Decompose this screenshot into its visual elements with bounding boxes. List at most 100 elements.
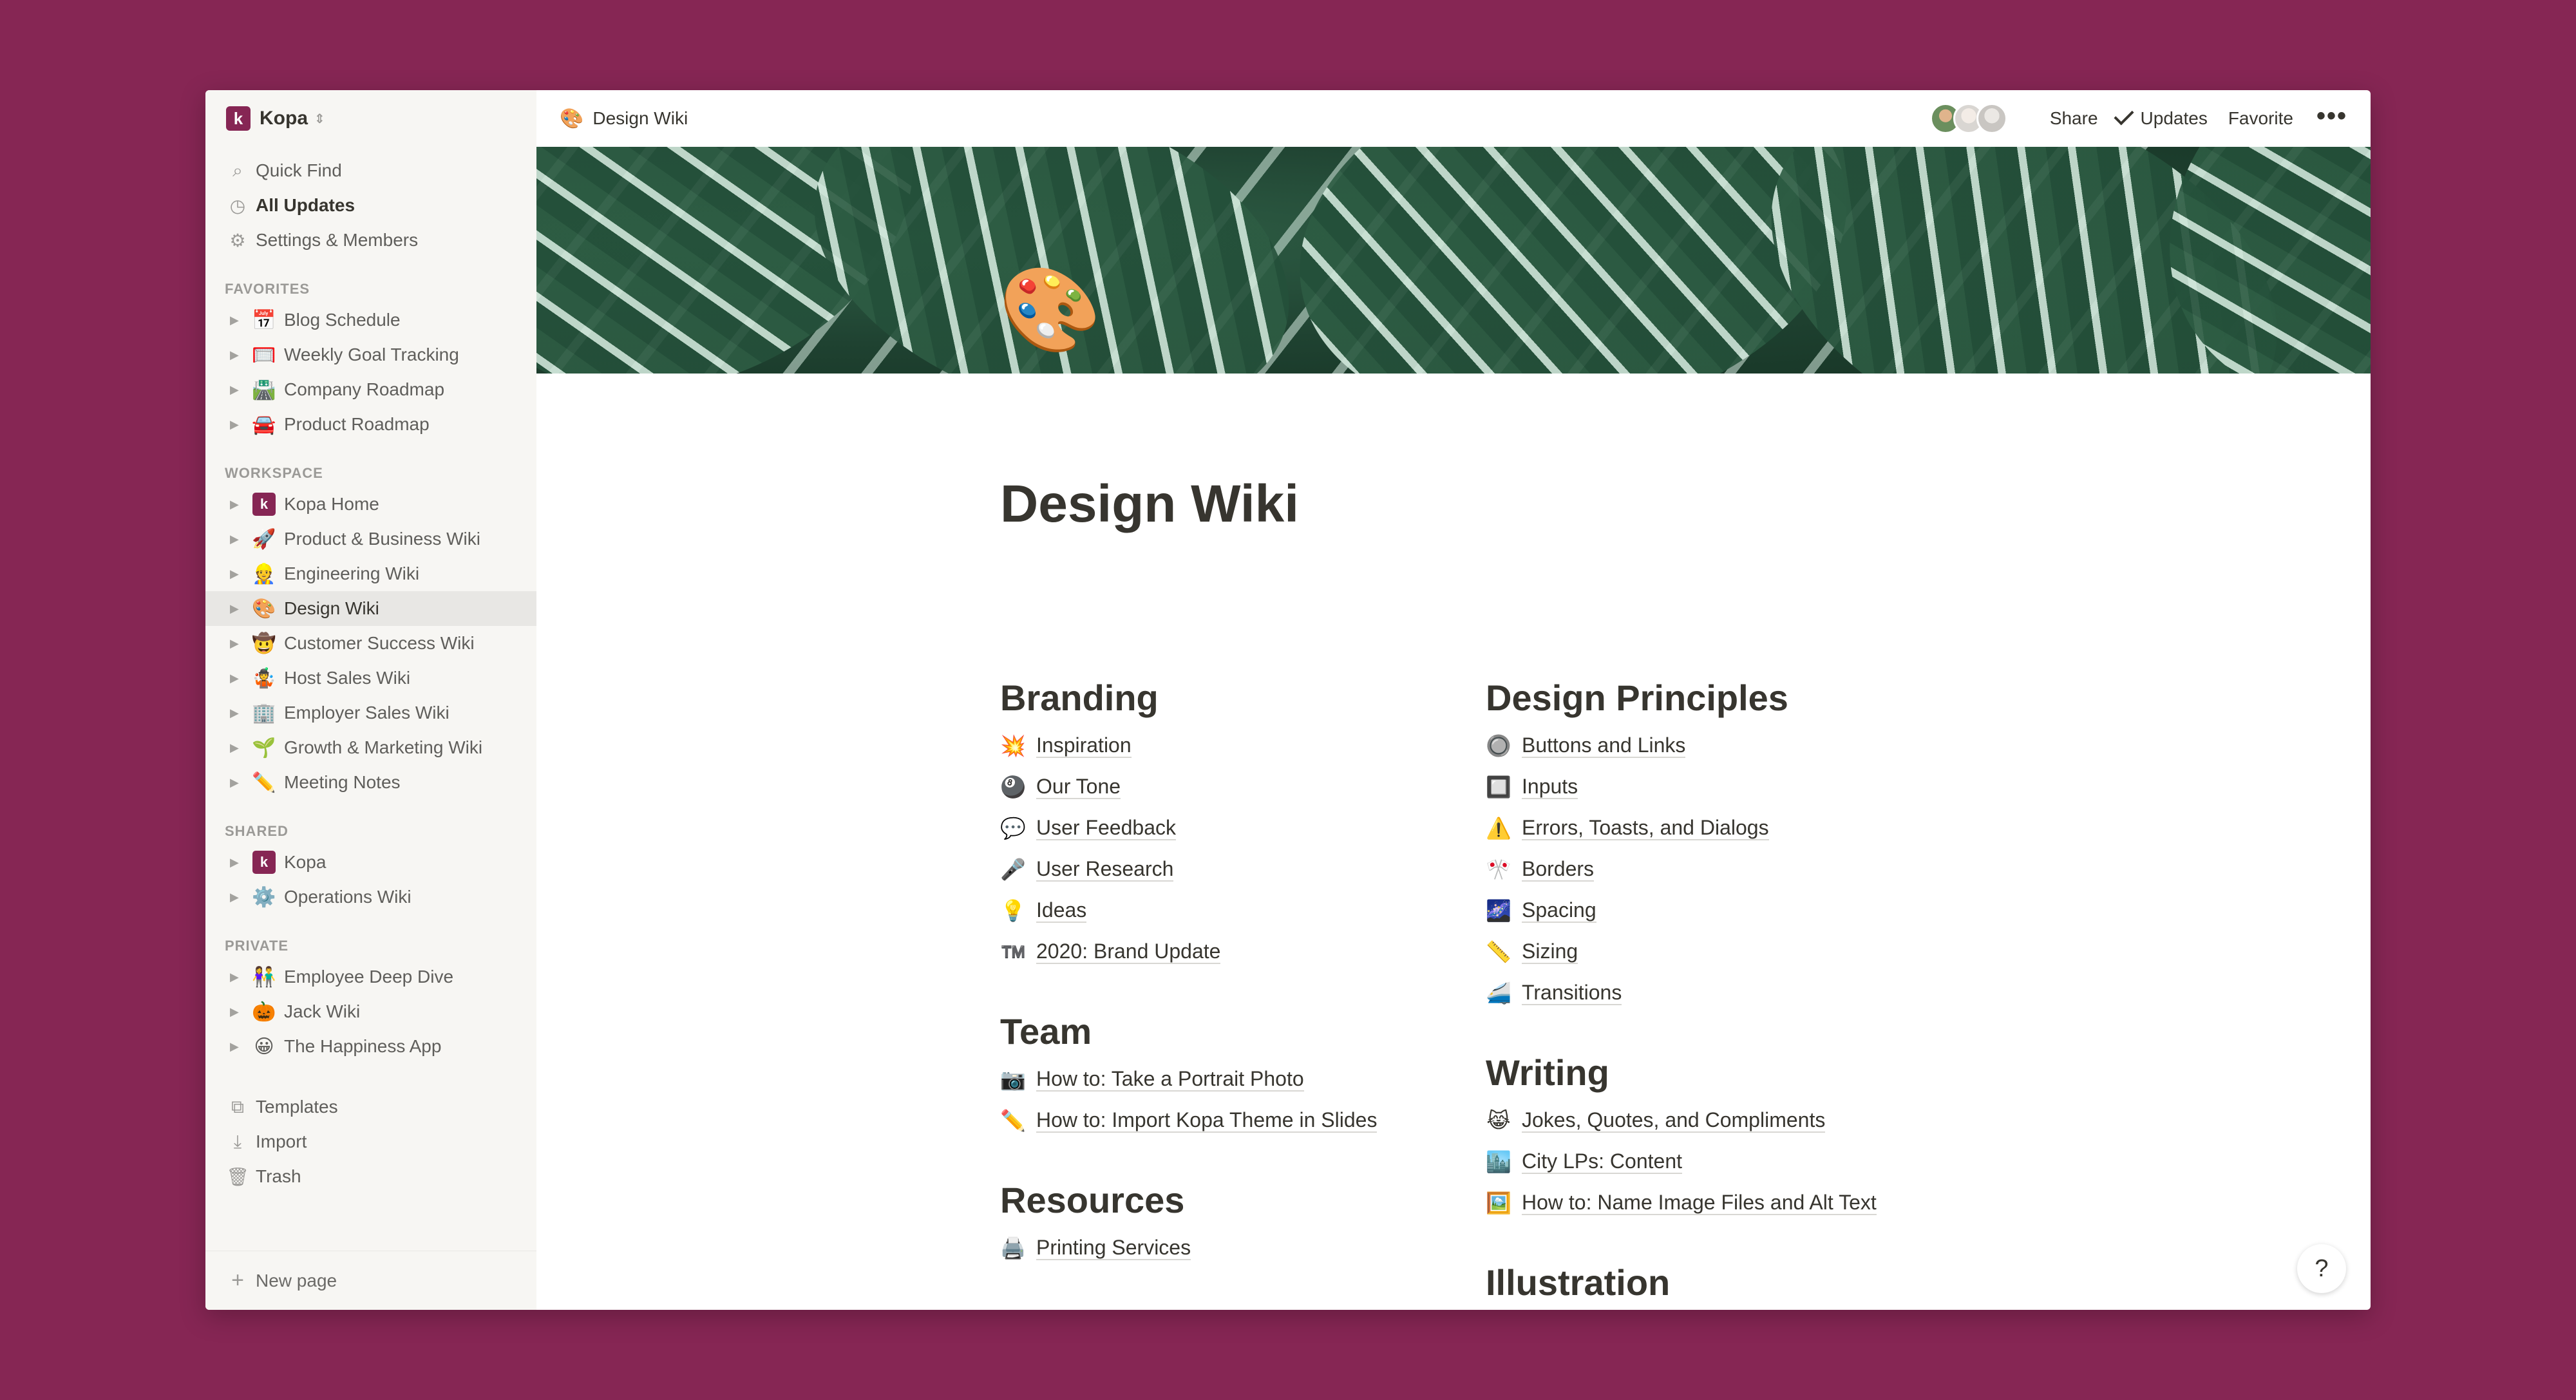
updates-button[interactable]: Updates: [2113, 105, 2208, 129]
link-label: Sizing: [1522, 940, 1578, 965]
page-link-how-to-name-image-files-and-alt-text[interactable]: 🖼️ How to: Name Image Files and Alt Text: [1486, 1182, 1949, 1224]
sidebar-page-the-happiness-app[interactable]: ▶ 😀 The Happiness App: [205, 1029, 536, 1064]
sidebar-item-settings-members[interactable]: ⚙ Settings & Members: [205, 223, 536, 258]
page-link-2020-brand-update[interactable]: ™️ 2020: Brand Update: [1000, 931, 1464, 972]
expand-toggle-icon[interactable]: ▶: [230, 776, 251, 790]
sidebar-page-blog-schedule[interactable]: ▶ 📅 Blog Schedule: [205, 303, 536, 337]
chevron-updown-icon: ⇕: [314, 111, 325, 126]
page-link-inspiration[interactable]: 💥 Inspiration: [1000, 725, 1464, 766]
expand-toggle-icon[interactable]: ▶: [230, 891, 251, 904]
sidebar-page-employee-deep-dive[interactable]: ▶ 👫 Employee Deep Dive: [205, 960, 536, 994]
new-page-label: New page: [256, 1270, 337, 1291]
page-emoji-icon: 🤹: [252, 667, 276, 689]
page-link-user-feedback[interactable]: 💬 User Feedback: [1000, 808, 1464, 849]
sidebar-page-employer-sales-wiki[interactable]: ▶ 🏢 Employer Sales Wiki: [205, 695, 536, 730]
import-icon: ⤓: [233, 1131, 242, 1151]
kopa-logo-icon: k: [252, 493, 276, 516]
page-link-printing-services[interactable]: 🖨️ Printing Services: [1000, 1227, 1464, 1269]
link-label: Spacing: [1522, 898, 1596, 923]
expand-toggle-icon[interactable]: ▶: [230, 1040, 251, 1054]
sidebar-item-import[interactable]: ⤓ Import: [205, 1124, 536, 1159]
more-options-icon[interactable]: •••: [2316, 103, 2347, 129]
link-label: How to: Take a Portrait Photo: [1036, 1067, 1304, 1092]
sidebar-item-trash[interactable]: 🗑 Trash: [205, 1159, 536, 1194]
page-emoji-icon: 🛣️: [252, 379, 276, 401]
help-button[interactable]: ?: [2297, 1244, 2346, 1293]
link-emoji-icon: 💡: [1000, 899, 1026, 922]
page-title[interactable]: Design Wiki: [1000, 474, 1299, 534]
sidebar-page-label: Blog Schedule: [284, 310, 401, 330]
page-link-ideas[interactable]: 💡 Ideas: [1000, 890, 1464, 931]
share-button[interactable]: Share: [2050, 108, 2098, 129]
workspace-switcher[interactable]: k Kopa ⇕: [205, 90, 536, 147]
link-label: Transitions: [1522, 981, 1622, 1006]
avatar[interactable]: [1976, 103, 2007, 134]
link-emoji-icon: 💬: [1000, 817, 1026, 840]
page-link-jokes-quotes-and-compliments[interactable]: 😹 Jokes, Quotes, and Compliments: [1486, 1100, 1949, 1141]
expand-toggle-icon[interactable]: ▶: [230, 741, 251, 755]
page-emoji-icon: 🎨: [252, 598, 276, 620]
sidebar-page-company-roadmap[interactable]: ▶ 🛣️ Company Roadmap: [205, 372, 536, 407]
sidebar-page-customer-success-wiki[interactable]: ▶ 🤠 Customer Success Wiki: [205, 626, 536, 661]
page-link-transitions[interactable]: 🚄 Transitions: [1486, 972, 1949, 1014]
sidebar-page-product-business-wiki[interactable]: ▶ 🚀 Product & Business Wiki: [205, 522, 536, 556]
expand-toggle-icon[interactable]: ▶: [230, 856, 251, 869]
sidebar-page-kopa-home[interactable]: ▶ k Kopa Home: [205, 487, 536, 522]
sidebar-page-operations-wiki[interactable]: ▶ ⚙️ Operations Wiki: [205, 880, 536, 914]
sidebar-item-all-updates[interactable]: ◷ All Updates: [205, 188, 536, 223]
page-link-borders[interactable]: 🎌 Borders: [1486, 849, 1949, 890]
page-link-how-to-import-kopa-theme-in-slides[interactable]: ✏️ How to: Import Kopa Theme in Slides: [1000, 1100, 1464, 1141]
page-emoji-icon: 🚘: [252, 413, 276, 435]
sidebar-page-meeting-notes[interactable]: ▶ ✏️ Meeting Notes: [205, 765, 536, 800]
expand-toggle-icon[interactable]: ▶: [230, 348, 251, 362]
expand-toggle-icon[interactable]: ▶: [230, 314, 251, 327]
breadcrumb[interactable]: 🎨 Design Wiki: [560, 108, 688, 130]
page-icon-palette[interactable]: 🎨: [999, 269, 1101, 352]
expand-toggle-icon[interactable]: ▶: [230, 418, 251, 431]
sidebar-page-growth-marketing-wiki[interactable]: ▶ 🌱 Growth & Marketing Wiki: [205, 730, 536, 765]
page-link-inputs[interactable]: 🔲 Inputs: [1486, 766, 1949, 808]
link-emoji-icon: 📏: [1486, 940, 1511, 963]
link-label: Errors, Toasts, and Dialogs: [1522, 816, 1769, 841]
favorite-button[interactable]: Favorite: [2228, 108, 2293, 129]
page-emoji-icon: 🚀: [252, 528, 276, 550]
sidebar-page-product-roadmap[interactable]: ▶ 🚘 Product Roadmap: [205, 407, 536, 442]
link-emoji-icon: 🔘: [1486, 734, 1511, 757]
collaborator-avatars[interactable]: [1929, 103, 2007, 134]
expand-toggle-icon[interactable]: ▶: [230, 533, 251, 546]
expand-toggle-icon[interactable]: ▶: [230, 637, 251, 650]
link-emoji-icon: 🔲: [1486, 775, 1511, 799]
link-label: Ideas: [1036, 898, 1087, 923]
sidebar-page-weekly-goal-tracking[interactable]: ▶ 🥅 Weekly Goal Tracking: [205, 337, 536, 372]
link-label: Printing Services: [1036, 1236, 1191, 1261]
sidebar-page-host-sales-wiki[interactable]: ▶ 🤹 Host Sales Wiki: [205, 661, 536, 695]
expand-toggle-icon[interactable]: ▶: [230, 383, 251, 397]
expand-toggle-icon[interactable]: ▶: [230, 602, 251, 616]
link-label: Buttons and Links: [1522, 733, 1686, 759]
sidebar-page-kopa[interactable]: ▶ k Kopa: [205, 845, 536, 880]
expand-toggle-icon[interactable]: ▶: [230, 706, 251, 720]
sidebar-item-quick-find[interactable]: ⌕ Quick Find: [205, 153, 536, 188]
sidebar-page-design-wiki[interactable]: ▶ 🎨 Design Wiki: [205, 591, 536, 626]
new-page-button[interactable]: + New page: [205, 1251, 536, 1310]
expand-toggle-icon[interactable]: ▶: [230, 970, 251, 984]
expand-toggle-icon[interactable]: ▶: [230, 567, 251, 581]
page-emoji-icon: 📅: [252, 309, 276, 331]
expand-toggle-icon[interactable]: ▶: [230, 672, 251, 685]
page-link-user-research[interactable]: 🎤 User Research: [1000, 849, 1464, 890]
page-link-buttons-and-links[interactable]: 🔘 Buttons and Links: [1486, 725, 1949, 766]
page-link-sizing[interactable]: 📏 Sizing: [1486, 931, 1949, 972]
page-link-city-lps-content[interactable]: 🏙️ City LPs: Content: [1486, 1141, 1949, 1182]
sidebar-item-templates[interactable]: ⧉ Templates: [205, 1090, 536, 1124]
page-link-errors-toasts-and-dialogs[interactable]: ⚠️ Errors, Toasts, and Dialogs: [1486, 808, 1949, 849]
page-link-our-tone[interactable]: 🎱 Our Tone: [1000, 766, 1464, 808]
expand-toggle-icon[interactable]: ▶: [230, 498, 251, 511]
gear-icon: ⚙: [229, 230, 246, 251]
sidebar-page-engineering-wiki[interactable]: ▶ 👷 Engineering Wiki: [205, 556, 536, 591]
page-emoji-icon: ✏️: [252, 771, 276, 793]
expand-toggle-icon[interactable]: ▶: [230, 1005, 251, 1019]
page-link-spacing[interactable]: 🌌 Spacing: [1486, 890, 1949, 931]
page-link-how-to-take-a-portrait-photo[interactable]: 📷 How to: Take a Portrait Photo: [1000, 1059, 1464, 1100]
sidebar-page-jack-wiki[interactable]: ▶ 🎃 Jack Wiki: [205, 994, 536, 1029]
sidebar-page-label: Meeting Notes: [284, 772, 401, 792]
